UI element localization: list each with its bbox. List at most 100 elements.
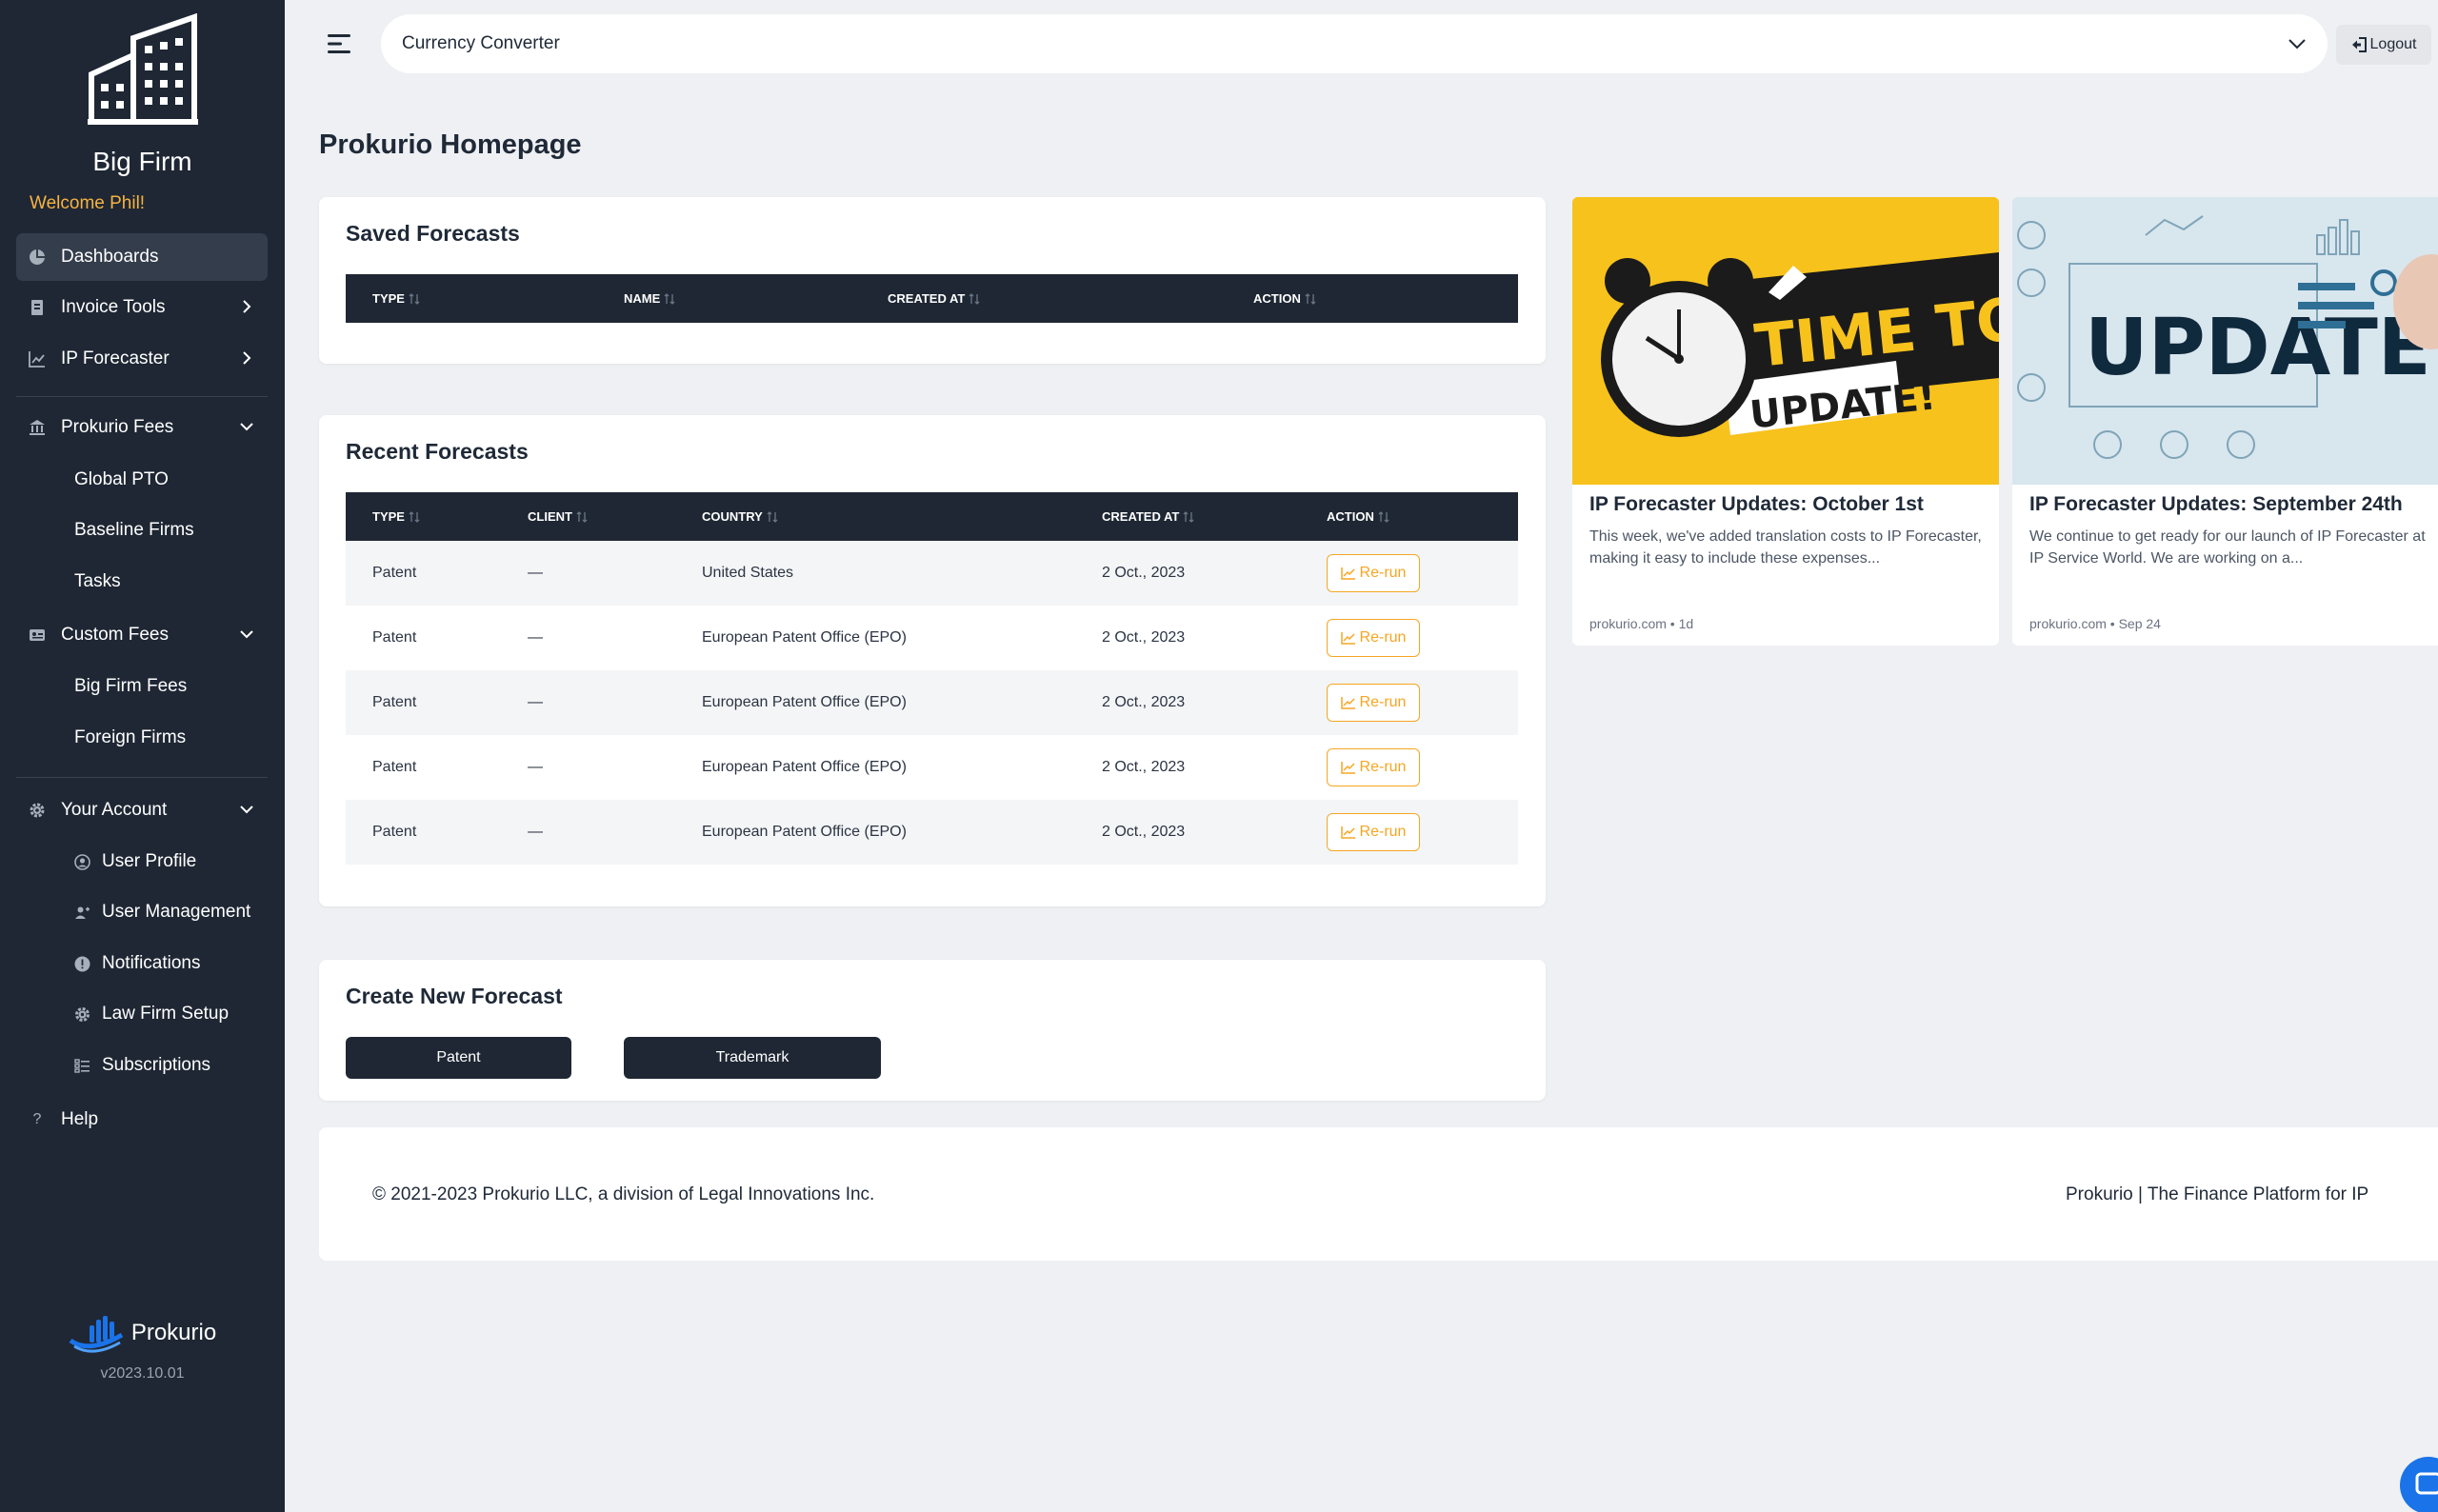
news-card[interactable]: TIME TO UPDATE! IP Forecaster Updates: O…: [1572, 197, 1999, 646]
sidebar-item-label: Custom Fees: [61, 625, 169, 645]
news-title: IP Forecaster Updates: September 24th: [2029, 493, 2403, 515]
saved-forecasts-table-header: TYPE NAME CREATED AT ACTION: [346, 274, 1518, 323]
cell-created-at: 2 Oct., 2023: [1102, 694, 1186, 710]
rerun-button[interactable]: Re-run: [1327, 619, 1420, 657]
sidebar-brand: Big Firm: [0, 13, 285, 177]
bank-icon: [29, 419, 46, 436]
trend-chart-icon: [1340, 631, 1356, 645]
sidebar-item-label: Notifications: [102, 953, 201, 973]
news-image-text: UPDATE: [2085, 303, 2431, 393]
sidebar-item-label: Dashboards: [61, 247, 159, 267]
column-header-name[interactable]: NAME: [624, 274, 675, 323]
cell-created-at: 2 Oct., 2023: [1102, 759, 1186, 775]
saved-forecasts-title: Saved Forecasts: [346, 221, 520, 246]
rerun-button[interactable]: Re-run: [1327, 813, 1420, 851]
sidebar-item-notifications[interactable]: Notifications: [74, 943, 201, 985]
create-forecast-card: Create New Forecast Patent Trademark: [319, 960, 1546, 1101]
chevron-down-icon: [239, 419, 254, 434]
create-trademark-button[interactable]: Trademark: [624, 1037, 881, 1079]
rerun-button[interactable]: Re-run: [1327, 554, 1420, 592]
column-header-client[interactable]: CLIENT: [528, 492, 588, 541]
sidebar-item-your-account[interactable]: Your Account: [16, 786, 268, 834]
cell-country: European Patent Office (EPO): [702, 759, 907, 775]
id-card-icon: [29, 627, 46, 644]
page-title: Prokurio Homepage: [319, 129, 582, 160]
logout-icon: [2351, 37, 2367, 52]
gear-icon: [74, 1006, 90, 1023]
sidebar-item-label: Subscriptions: [102, 1055, 211, 1075]
hamburger-icon[interactable]: [326, 32, 352, 55]
create-patent-button[interactable]: Patent: [346, 1037, 571, 1079]
sidebar-item-prokurio-fees[interactable]: Prokurio Fees: [16, 404, 268, 451]
news-image: TIME TO UPDATE!: [1572, 197, 1999, 485]
sidebar-item-label: Global PTO: [74, 469, 169, 489]
column-header-created-at[interactable]: CREATED AT: [888, 274, 980, 323]
sort-icon: [664, 292, 675, 306]
news-card[interactable]: UPDATE IP Forecaster Updates: September …: [2012, 197, 2438, 646]
column-header-label: TYPE: [372, 509, 405, 524]
cell-client: —: [528, 694, 543, 710]
sidebar-item-global-pto[interactable]: Global PTO: [74, 459, 169, 501]
chat-icon[interactable]: [2400, 1457, 2438, 1512]
sidebar-item-subscriptions[interactable]: Subscriptions: [74, 1044, 210, 1086]
rerun-label: Re-run: [1359, 759, 1407, 775]
column-header-created-at[interactable]: CREATED AT: [1102, 492, 1194, 541]
cell-country: European Patent Office (EPO): [702, 694, 907, 710]
logout-label: Logout: [2369, 36, 2417, 52]
column-header-type[interactable]: TYPE: [372, 274, 420, 323]
cell-country: United States: [702, 565, 794, 581]
sidebar-item-label: Your Account: [61, 800, 168, 820]
sort-icon: [576, 510, 588, 524]
cell-type: Patent: [372, 694, 417, 710]
rerun-label: Re-run: [1359, 565, 1407, 581]
cell-client: —: [528, 565, 543, 581]
column-header-label: COUNTRY: [702, 509, 763, 524]
cell-client: —: [528, 759, 543, 775]
sidebar-item-user-management[interactable]: User Management: [74, 891, 250, 933]
create-forecast-title: Create New Forecast: [346, 984, 563, 1008]
sidebar-item-tasks[interactable]: Tasks: [74, 561, 121, 603]
user-plus-icon: [74, 905, 90, 921]
sidebar-item-law-firm-setup[interactable]: Law Firm Setup: [74, 993, 229, 1035]
rerun-button[interactable]: Re-run: [1327, 748, 1420, 786]
sort-icon: [409, 510, 420, 524]
sidebar-item-baseline-firms[interactable]: Baseline Firms: [74, 509, 194, 551]
page-selector[interactable]: Currency Converter: [381, 14, 2328, 73]
sidebar-item-foreign-firms[interactable]: Foreign Firms: [74, 717, 186, 759]
table-row: Patent — European Patent Office (EPO) 2 …: [346, 670, 1518, 735]
sidebar-item-invoice-tools[interactable]: Invoice Tools: [16, 284, 268, 331]
column-header-label: ACTION: [1253, 291, 1301, 306]
footer-copyright: © 2021-2023 Prokurio LLC, a division of …: [372, 1184, 875, 1204]
invoice-icon: [29, 299, 46, 316]
trend-chart-icon: [1340, 761, 1356, 774]
sidebar-item-label: Help: [61, 1109, 99, 1129]
sidebar-item-label: User Management: [102, 902, 251, 922]
sidebar-item-dashboards[interactable]: Dashboards: [16, 233, 268, 281]
sidebar-item-custom-fees[interactable]: Custom Fees: [16, 611, 268, 659]
rerun-button[interactable]: Re-run: [1327, 684, 1420, 722]
sidebar-item-help[interactable]: ? Help: [16, 1096, 268, 1144]
chevron-right-icon: [239, 350, 254, 366]
prokurio-logo-icon: [69, 1312, 124, 1354]
news-meta: prokurio.com • Sep 24: [2029, 616, 2161, 631]
column-header-action[interactable]: ACTION: [1253, 274, 1316, 323]
sidebar-item-ip-forecaster[interactable]: IP Forecaster: [16, 335, 268, 383]
sidebar-item-label: Prokurio Fees: [61, 417, 174, 437]
brand-name: Prokurio: [130, 1320, 217, 1345]
column-header-action[interactable]: ACTION: [1327, 492, 1389, 541]
sidebar-item-big-firm-fees[interactable]: Big Firm Fees: [74, 666, 187, 707]
saved-forecasts-card: Saved Forecasts TYPE NAME CREATED AT ACT…: [319, 197, 1546, 364]
sidebar-item-label: Foreign Firms: [74, 727, 187, 747]
sidebar-item-label: IP Forecaster: [61, 348, 170, 368]
chevron-down-icon: [239, 802, 254, 817]
cell-created-at: 2 Oct., 2023: [1102, 824, 1186, 840]
sidebar-item-user-profile[interactable]: User Profile: [74, 841, 196, 883]
column-header-country[interactable]: COUNTRY: [702, 492, 778, 541]
sidebar: Big Firm Welcome Phil! Dashboards Invoic…: [0, 0, 285, 1512]
cell-type: Patent: [372, 565, 417, 581]
column-header-type[interactable]: TYPE: [372, 492, 420, 541]
column-header-label: CREATED AT: [888, 291, 966, 306]
sidebar-footer-brand: Prokurio v2023.10.01: [0, 1312, 285, 1383]
cell-created-at: 2 Oct., 2023: [1102, 629, 1186, 646]
logout-button[interactable]: Logout: [2336, 25, 2431, 65]
